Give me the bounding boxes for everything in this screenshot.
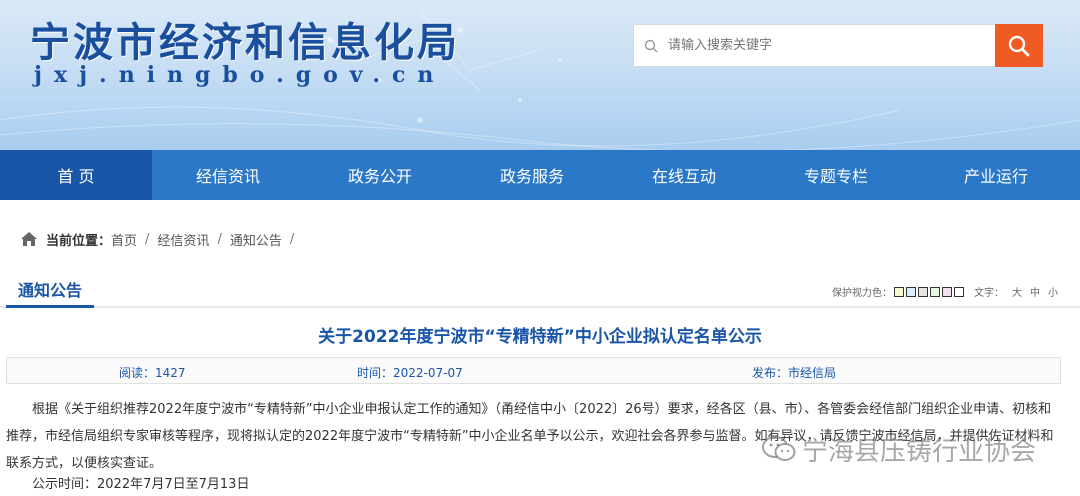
search-icon <box>1008 35 1030 56</box>
color-swatch[interactable] <box>894 286 904 297</box>
breadcrumb-separator: / <box>289 231 295 247</box>
breadcrumb-separator: / <box>217 231 222 247</box>
search-icon <box>644 39 658 52</box>
eye-protect-label: 保护视力色： <box>832 288 892 299</box>
color-swatch[interactable] <box>930 286 940 297</box>
breadcrumb-home[interactable]: 首页 <box>111 230 137 249</box>
wechat-icon <box>762 436 796 461</box>
font-size-label: 文字： <box>974 288 1004 299</box>
breadcrumb-news[interactable]: 经信资讯 <box>157 230 209 249</box>
publish-time: 时间：2022-07-07 <box>357 366 463 380</box>
site-domain: jxj.ningbo.gov.cn <box>34 62 446 88</box>
breadcrumb-label: 当前位置： <box>46 233 112 249</box>
breadcrumb-notices[interactable]: 通知公告 <box>230 230 282 249</box>
nav-item-industry[interactable]: 产业运行 <box>912 150 1080 200</box>
section-title: 通知公告 <box>6 272 95 308</box>
main-nav: 首 页 经信资讯 政务公开 政务服务 在线互动 专题专栏 产业运行 <box>0 150 1080 200</box>
search-input[interactable] <box>658 25 995 66</box>
nav-item-news[interactable]: 经信资讯 <box>152 150 304 200</box>
nav-item-interaction[interactable]: 在线互动 <box>608 150 760 200</box>
publisher: 发布：市经信局 <box>752 366 837 380</box>
nav-item-gov-open[interactable]: 政务公开 <box>304 150 456 200</box>
color-swatch[interactable] <box>906 286 916 297</box>
public-period: 公示时间：2022年7月7日至7月13日 <box>32 477 250 492</box>
watermark-text: 宁海县压铸行业协会 <box>802 436 1037 467</box>
breadcrumb-separator: / <box>145 231 150 247</box>
site-title[interactable]: 宁波市经济和信息化局 <box>30 10 460 68</box>
watermark: 宁海县压铸行业协会 <box>762 430 1036 468</box>
article-title: 关于2022年度宁波市“专精特新”中小企业拟认定名单公示 <box>318 327 762 347</box>
nav-item-topics[interactable]: 专题专栏 <box>760 150 912 200</box>
font-size-medium[interactable]: 中 <box>1030 284 1040 299</box>
section-bar: 通知公告 保护视力色： 文字： 大 中 小 <box>0 272 1080 308</box>
font-size-large[interactable]: 大 <box>1012 284 1022 299</box>
color-swatch[interactable] <box>918 286 928 297</box>
color-swatch[interactable] <box>942 286 952 297</box>
breadcrumb: 当前位置： 首页 / 经信资讯 / 通知公告 / <box>20 228 302 250</box>
home-icon <box>21 232 37 246</box>
search-box <box>633 24 995 67</box>
nav-item-gov-service[interactable]: 政务服务 <box>456 150 608 200</box>
read-count: 阅读：1427 <box>119 366 186 380</box>
site-header: 宁波市经济和信息化局 jxj.ningbo.gov.cn <box>0 0 1080 150</box>
color-swatch[interactable] <box>954 286 964 297</box>
article-meta: 阅读：1427 时间：2022-07-07 发布：市经信局 <box>6 357 1061 384</box>
reading-tools: 保护视力色： 文字： 大 中 小 <box>832 284 1058 299</box>
search-button[interactable] <box>995 24 1043 67</box>
nav-item-home[interactable]: 首 页 <box>0 150 152 200</box>
font-size-small[interactable]: 小 <box>1048 284 1058 299</box>
